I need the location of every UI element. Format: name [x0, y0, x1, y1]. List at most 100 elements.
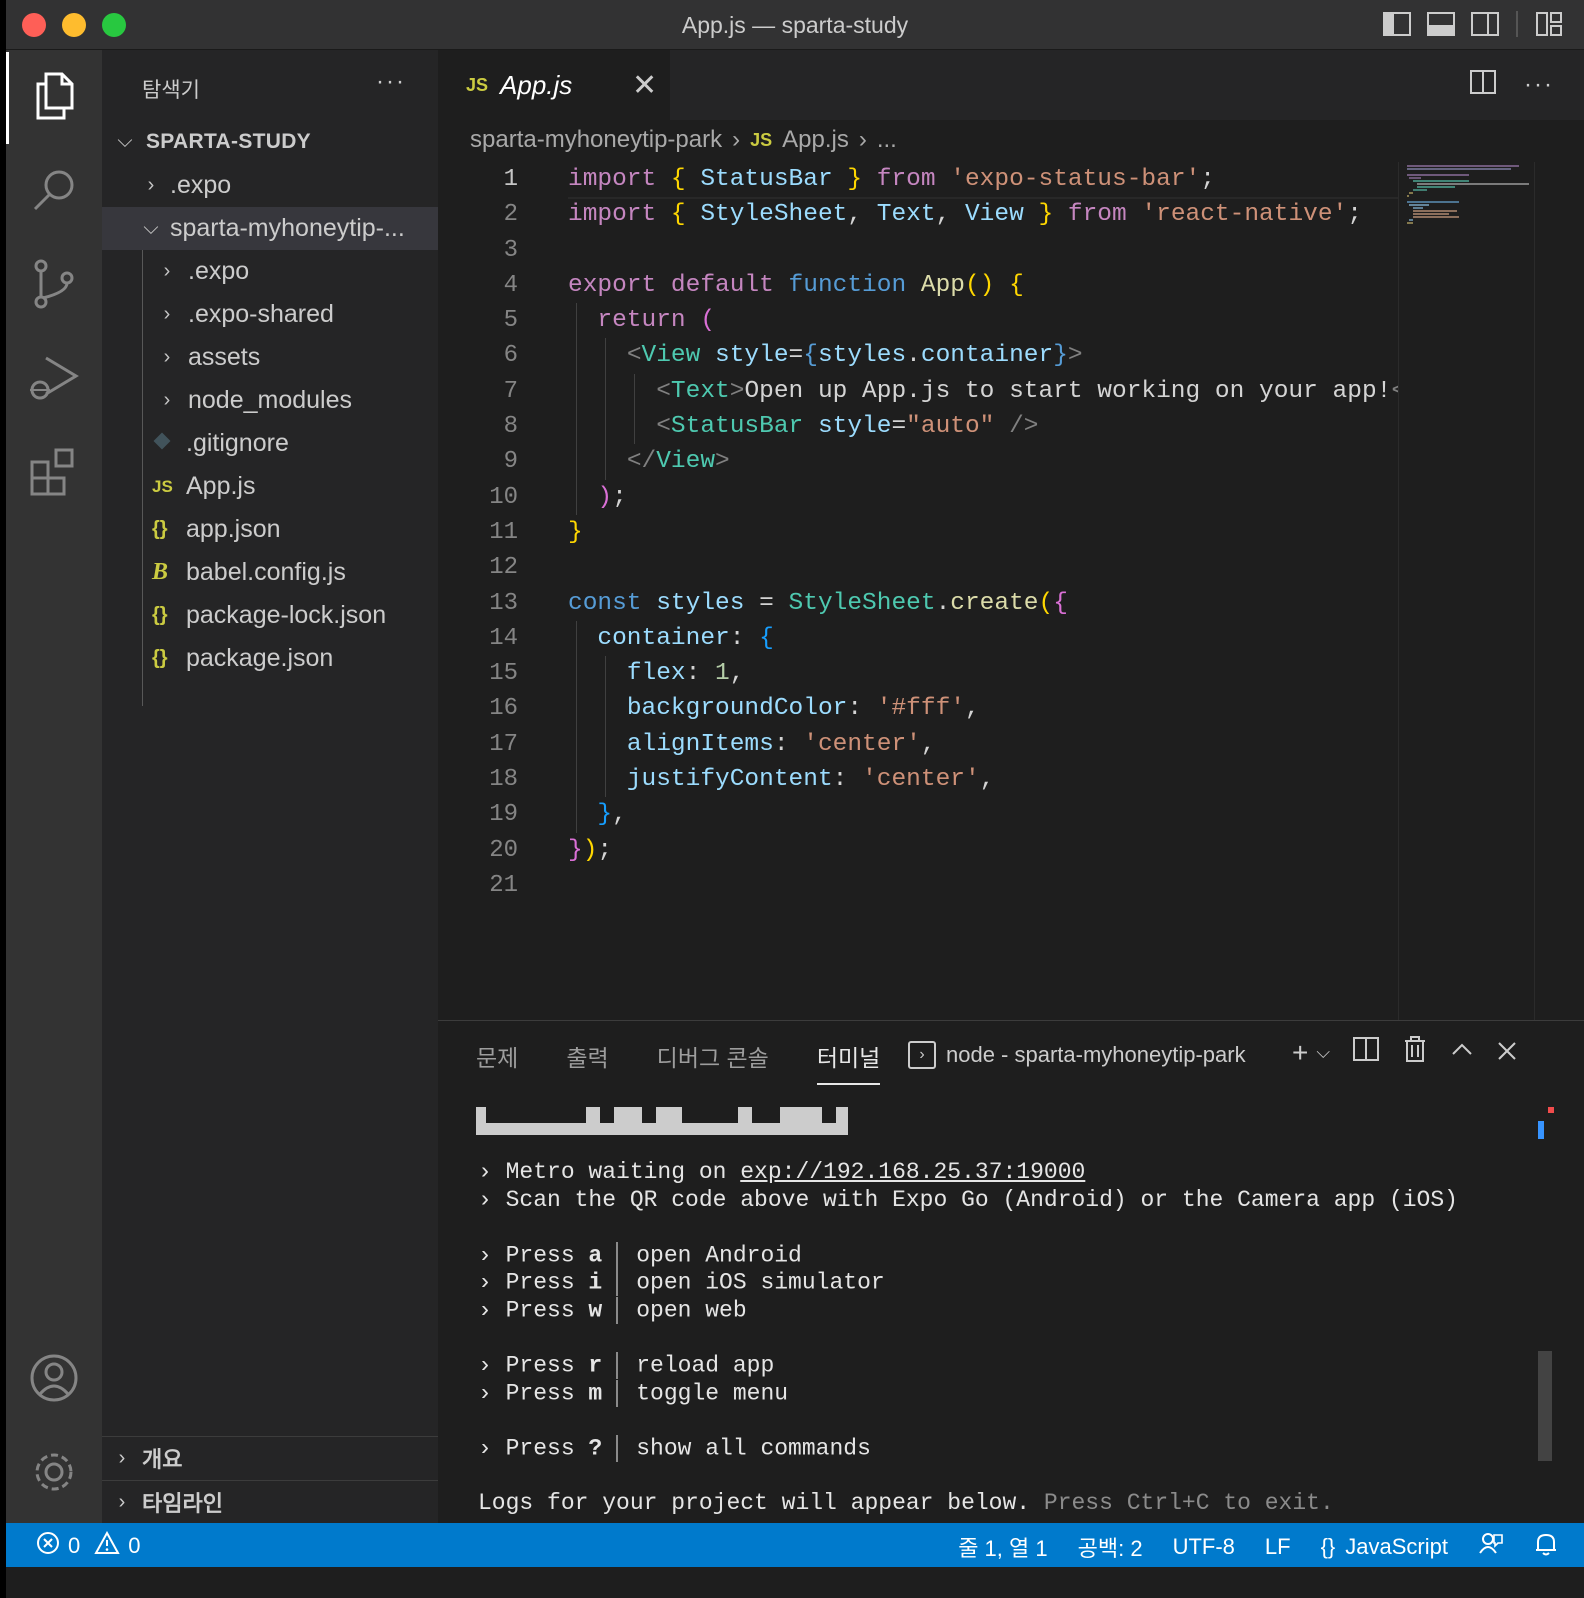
chevron-right-icon: ›: [118, 1446, 126, 1469]
tree-item-file[interactable]: {} package-lock.json: [102, 594, 438, 637]
manage-activity-button[interactable]: [6, 1428, 102, 1520]
language-mode[interactable]: {} JavaScript: [1321, 1534, 1448, 1560]
tree-item-file[interactable]: {} app.json: [102, 508, 438, 551]
extensions-activity-button[interactable]: [6, 428, 102, 520]
code-line: );: [568, 479, 1398, 515]
new-terminal-icon[interactable]: +: [1292, 1037, 1308, 1069]
tab-output[interactable]: 출력: [566, 1039, 608, 1085]
json-file-icon: {}: [152, 647, 168, 669]
terminal-selector[interactable]: › node - sparta-myhoneytip-park: [908, 1041, 1246, 1069]
tree-item-label: .gitignore: [186, 429, 289, 457]
tree-item-folder[interactable]: › .expo-shared: [102, 293, 438, 336]
tree-item-file[interactable]: .gitignore: [102, 422, 438, 465]
line-number: 1: [503, 166, 518, 193]
tree-item-folder[interactable]: › node_modules: [102, 379, 438, 422]
explorer-activity-button[interactable]: [6, 52, 102, 144]
code-line: flex: 1,: [568, 656, 1398, 692]
terminal-name: node - sparta-myhoneytip-park: [946, 1042, 1246, 1067]
js-file-icon: JS: [750, 129, 773, 150]
breadcrumb-more[interactable]: ...: [877, 126, 897, 154]
json-file-icon: {}: [152, 604, 168, 626]
timeline-section-header[interactable]: › 타임라인: [102, 1480, 438, 1523]
accounts-activity-button[interactable]: [6, 1334, 102, 1426]
breadcrumb-folder[interactable]: sparta-myhoneytip-park: [470, 126, 722, 154]
editor-scrollbar[interactable]: [1534, 162, 1535, 1020]
warning-icon: [94, 1530, 120, 1561]
encoding[interactable]: UTF-8: [1173, 1534, 1235, 1560]
tab-problems[interactable]: 문제: [476, 1039, 518, 1085]
line-number: 13: [489, 589, 518, 617]
editor-tab-app-js[interactable]: JS App.js ✕: [438, 50, 670, 120]
terminal-output[interactable]: › Metro waiting on exp://192.168.25.37:1…: [478, 1159, 1548, 1518]
git-file-icon: [152, 431, 186, 457]
workspace-root[interactable]: ⌵ SPARTA-STUDY: [102, 120, 438, 163]
line-number: 3: [503, 236, 518, 264]
customize-layout-icon[interactable]: [1534, 10, 1564, 38]
close-tab-icon[interactable]: ✕: [632, 68, 657, 103]
code-line: <View style={styles.container}>: [568, 338, 1398, 374]
status-bar: 0 0 줄 1, 열 1 공백: 2 UTF-8 LF {} JavaScript: [6, 1523, 1584, 1567]
toggle-primary-sidebar-icon[interactable]: [1382, 10, 1412, 38]
split-editor-icon[interactable]: [1468, 68, 1498, 101]
tree-item-file[interactable]: {} package.json: [102, 637, 438, 680]
end-of-line[interactable]: LF: [1265, 1534, 1291, 1560]
close-panel-icon[interactable]: [1496, 1037, 1518, 1069]
title-bar: App.js — sparta-study: [6, 0, 1584, 50]
problems-status[interactable]: 0 0: [36, 1530, 141, 1561]
tab-terminal[interactable]: 터미널: [816, 1039, 881, 1085]
trash-icon[interactable]: [1402, 1035, 1428, 1070]
json-file-icon: {}: [152, 518, 168, 540]
cursor-position[interactable]: 줄 1, 열 1: [958, 1531, 1047, 1563]
feedback-icon[interactable]: [1478, 1531, 1504, 1563]
tree-item-folder[interactable]: › .expo: [102, 164, 438, 207]
terminal-overview-marker: [1538, 1121, 1544, 1139]
search-activity-button[interactable]: [6, 146, 102, 238]
tree-item-file[interactable]: B babel.config.js: [102, 551, 438, 594]
tree-item-label: sparta-myhoneytip-...: [170, 214, 405, 242]
line-number: 19: [489, 801, 518, 829]
maximize-panel-icon[interactable]: [1450, 1037, 1474, 1069]
indentation[interactable]: 공백: 2: [1078, 1531, 1143, 1563]
editor-more-icon[interactable]: ···: [1524, 71, 1554, 99]
line-number: 12: [489, 554, 518, 582]
line-number: 6: [503, 342, 518, 370]
explorer-sidebar: 탐색기 ··· ⌵ SPARTA-STUDY › .expo ⌵ sparta-…: [102, 50, 438, 1554]
window-bottom-edge: [6, 1567, 1584, 1598]
line-number: 11: [489, 518, 518, 546]
minimap[interactable]: [1398, 162, 1534, 1020]
js-file-icon: JS: [466, 74, 489, 95]
split-terminal-icon[interactable]: [1352, 1035, 1380, 1070]
code-line: }: [568, 518, 583, 546]
outline-section-header[interactable]: › 개요: [102, 1436, 438, 1479]
tree-item-folder-selected[interactable]: ⌵ sparta-myhoneytip-...: [102, 207, 438, 250]
source-control-activity-button[interactable]: [6, 240, 102, 332]
tree-item-label: .expo: [188, 257, 250, 285]
tree-item-label: App.js: [186, 472, 256, 500]
line-number: 16: [489, 695, 518, 723]
extensions-icon: [28, 446, 80, 503]
terminal-scrollbar[interactable]: [1538, 1351, 1552, 1461]
metro-url-link[interactable]: exp://192.168.25.37:19000: [740, 1159, 1085, 1185]
tab-debug-console[interactable]: 디버그 콘솔: [657, 1039, 769, 1085]
run-debug-activity-button[interactable]: [6, 334, 102, 426]
line-number: 18: [489, 766, 518, 794]
warning-count: 0: [128, 1533, 141, 1558]
gear-icon: [28, 1446, 80, 1503]
tree-item-file[interactable]: JS App.js: [102, 465, 438, 508]
code-editor[interactable]: import { StatusBar } from 'expo-status-b…: [568, 162, 1398, 903]
status-bar-right: 줄 1, 열 1 공백: 2 UTF-8 LF {} JavaScript: [958, 1531, 1558, 1563]
toggle-panel-icon[interactable]: [1426, 10, 1456, 38]
chevron-right-icon: ›: [163, 389, 171, 411]
line-number: 14: [489, 624, 518, 652]
chevron-down-icon[interactable]: ⌵: [1316, 1042, 1330, 1063]
toggle-secondary-sidebar-icon[interactable]: [1470, 10, 1500, 38]
babel-file-icon: B: [152, 559, 169, 585]
explorer-more-icon[interactable]: ···: [376, 68, 406, 96]
terminal-line: Logs for your project will appear below.…: [478, 1490, 1334, 1517]
bell-icon[interactable]: [1534, 1531, 1558, 1563]
tree-item-folder[interactable]: › .expo: [102, 250, 438, 293]
breadcrumb-file[interactable]: App.js: [782, 126, 849, 154]
tree-item-folder[interactable]: › assets: [102, 336, 438, 379]
code-line: return (: [568, 303, 1398, 339]
